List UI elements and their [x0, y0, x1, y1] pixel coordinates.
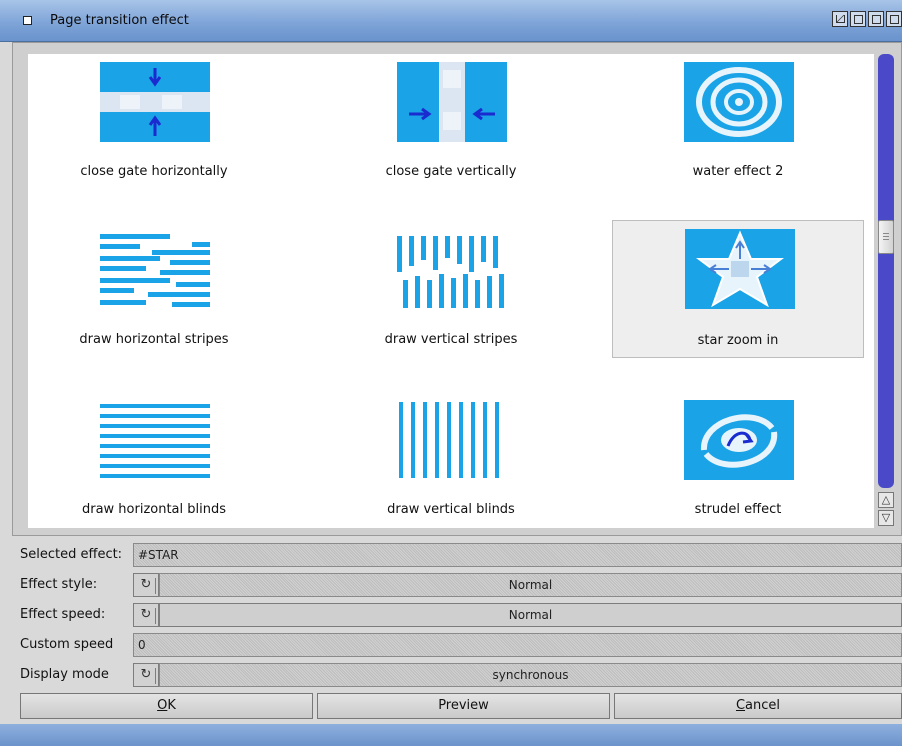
- effect-draw-vertical-stripes[interactable]: draw vertical stripes: [325, 222, 577, 358]
- custom-speed-label: Custom speed: [20, 637, 114, 652]
- effect-label: draw horizontal stripes: [79, 332, 229, 347]
- effect-style-select[interactable]: Normal: [159, 573, 902, 597]
- vertical-blinds-icon: [399, 402, 499, 478]
- title-gadgets: [832, 11, 902, 27]
- effect-label: draw horizontal blinds: [81, 502, 227, 517]
- effect-label: draw vertical blinds: [387, 502, 515, 517]
- effect-star-zoom-in[interactable]: star zoom in: [612, 220, 864, 358]
- effect-style-cycle-icon[interactable]: ↻: [133, 573, 159, 597]
- effect-label: water effect 2: [692, 164, 784, 179]
- depth-gadget-icon[interactable]: [850, 11, 866, 27]
- display-mode-row: Display mode ↻ synchronous: [12, 663, 902, 687]
- title-bar[interactable]: Page transition effect: [0, 0, 902, 42]
- display-mode-label: Display mode: [20, 667, 109, 682]
- selected-effect-label: Selected effect:: [20, 547, 123, 562]
- vertical-stripes-icon: [397, 236, 504, 308]
- strudel-effect-icon: [684, 400, 794, 480]
- custom-speed-row: Custom speed 0: [12, 633, 902, 657]
- preview-button[interactable]: Preview: [317, 693, 610, 719]
- horizontal-stripes-icon: [100, 234, 210, 307]
- display-mode-cycle-icon[interactable]: ↻: [133, 663, 159, 687]
- effect-draw-horizontal-stripes[interactable]: draw horizontal stripes: [28, 222, 280, 358]
- effect-water-effect-2[interactable]: water effect 2: [612, 54, 864, 190]
- close-gate-vertically-icon: [397, 62, 507, 142]
- close-gate-horizontally-icon: [100, 62, 210, 142]
- scroll-up-arrow-icon[interactable]: △: [878, 492, 894, 508]
- scroll-track[interactable]: [878, 54, 894, 488]
- snapshot-gadget-icon[interactable]: [886, 11, 902, 27]
- effects-scrollbar[interactable]: △ ▽: [876, 54, 896, 528]
- effect-label: strudel effect: [694, 502, 782, 517]
- effect-draw-horizontal-blinds[interactable]: draw horizontal blinds: [28, 392, 280, 528]
- page-transition-window: Page transition effect close gate horizo…: [0, 0, 902, 746]
- effect-strudel-effect[interactable]: strudel effect: [612, 392, 864, 528]
- effect-close-gate-vertically[interactable]: close gate vertically: [325, 54, 577, 190]
- effect-speed-row: Effect speed: ↻ Normal: [12, 603, 902, 627]
- effect-label: close gate vertically: [385, 164, 517, 179]
- selected-effect-row: Selected effect: #STAR: [12, 543, 902, 567]
- ok-button[interactable]: OK: [20, 693, 313, 719]
- star-zoom-icon: [685, 229, 795, 309]
- water-effect-icon: [684, 62, 794, 142]
- effect-speed-label: Effect speed:: [20, 607, 106, 622]
- cancel-button[interactable]: Cancel: [614, 693, 902, 719]
- scroll-thumb[interactable]: [878, 220, 894, 254]
- window-bottom-bar: [0, 724, 902, 746]
- scroll-down-arrow-icon[interactable]: ▽: [878, 510, 894, 526]
- effect-speed-cycle-icon[interactable]: ↻: [133, 603, 159, 627]
- effect-close-gate-horizontally[interactable]: close gate horizontally: [28, 54, 280, 190]
- effect-style-label: Effect style:: [20, 577, 98, 592]
- effect-speed-select[interactable]: Normal: [159, 603, 902, 627]
- window-title: Page transition effect: [50, 13, 189, 28]
- horizontal-blinds-icon: [100, 404, 210, 478]
- display-mode-select[interactable]: synchronous: [159, 663, 902, 687]
- zoom-gadget-icon[interactable]: [832, 11, 848, 27]
- effect-draw-vertical-blinds[interactable]: draw vertical blinds: [325, 392, 577, 528]
- effect-label: close gate horizontally: [80, 164, 228, 179]
- effects-grid: close gate horizontally close gate verti…: [28, 54, 874, 528]
- custom-speed-input[interactable]: 0: [133, 633, 902, 657]
- button-bar: OK Preview Cancel: [12, 693, 902, 721]
- effect-label: star zoom in: [697, 333, 779, 348]
- effect-label: draw vertical stripes: [384, 332, 518, 347]
- selected-effect-field: #STAR: [133, 543, 902, 567]
- iconify-gadget-icon[interactable]: [868, 11, 884, 27]
- close-gadget-icon[interactable]: [23, 16, 32, 25]
- effect-style-row: Effect style: ↻ Normal: [12, 573, 902, 597]
